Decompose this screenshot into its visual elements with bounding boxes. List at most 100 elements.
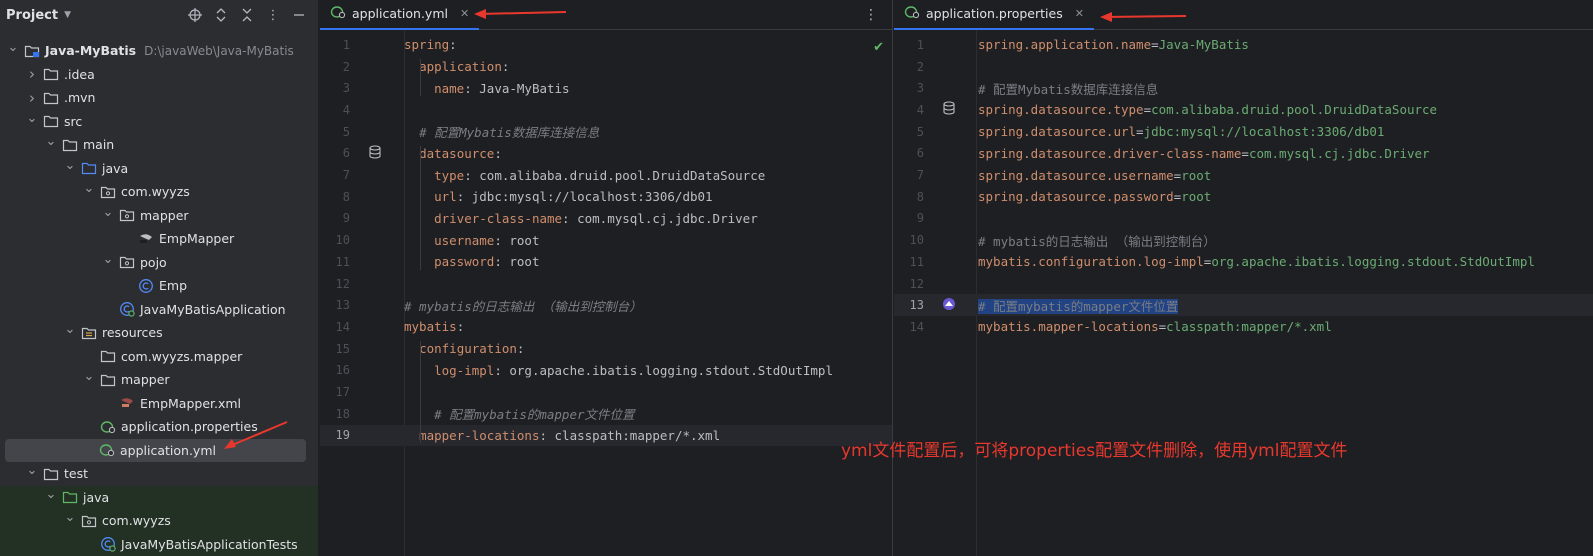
tab-application-yml[interactable]: application.yml ✕ <box>320 0 480 30</box>
tree-item[interactable]: ⌄ mapper <box>0 368 318 392</box>
code-line[interactable]: 13 # 配置mybatis的mapper文件位置 <box>894 294 1593 317</box>
code-line[interactable]: 2 <box>894 56 1593 78</box>
chevron-down-icon[interactable]: ⌄ <box>6 40 20 55</box>
close-icon[interactable]: ✕ <box>1075 7 1084 20</box>
database-icon[interactable] <box>369 145 381 162</box>
collapse-all-icon[interactable] <box>236 5 258 25</box>
code-line[interactable]: 4 <box>320 99 892 121</box>
code-line[interactable]: 3 name: Java-MyBatis <box>320 77 892 99</box>
code-line[interactable]: 1 spring: <box>320 34 892 56</box>
code-line[interactable]: 3 # 配置Mybatis数据库连接信息 <box>894 77 1593 99</box>
code-line[interactable]: 14 mybatis: <box>320 316 892 338</box>
code-token: spring.datasource.password <box>978 189 1174 205</box>
code-line[interactable]: 8 spring.datasource.password=root <box>894 186 1593 208</box>
code-token: root <box>1181 189 1212 205</box>
code-line[interactable]: 9 <box>894 208 1593 230</box>
code-line[interactable]: 7 spring.datasource.username=root <box>894 164 1593 186</box>
code-line[interactable]: 8 url: jdbc:mysql://localhost:3306/db01 <box>320 186 892 208</box>
database-icon[interactable] <box>943 101 955 118</box>
tree-item[interactable]: ⌄ com.wyyzs <box>0 509 318 533</box>
tree-item[interactable]: Emp <box>0 274 318 298</box>
code-line[interactable]: 6 datasource: <box>320 143 892 165</box>
code-line[interactable]: 18 # 配置mybatis的mapper文件位置 <box>320 403 892 425</box>
chevron-down-icon[interactable]: ⌄ <box>25 463 39 478</box>
tree-item[interactable]: EmpMapper.xml <box>0 392 318 416</box>
editor-application-properties[interactable]: application.properties ✕ 1 spring.applica… <box>894 0 1593 556</box>
tree-item[interactable]: ⌄ mapper <box>0 204 318 228</box>
code-line[interactable]: 11 mybatis.configuration.log-impl=org.apa… <box>894 251 1593 273</box>
tree-item[interactable]: ⌄ resources <box>0 321 318 345</box>
code-line[interactable]: 14 mybatis.mapper-locations=classpath:map… <box>894 316 1593 338</box>
tab-application-properties[interactable]: application.properties ✕ <box>894 0 1094 30</box>
code-text: datasource: <box>400 146 892 161</box>
code-line[interactable]: 16 log-impl: org.apache.ibatis.logging.s… <box>320 360 892 382</box>
chevron-down-icon[interactable]: ⌄ <box>25 111 39 126</box>
tree-item[interactable]: application.properties <box>0 415 318 439</box>
chevron-down-icon[interactable]: ⌄ <box>82 369 96 384</box>
tree-item[interactable]: EmpMapper <box>0 227 318 251</box>
package-icon <box>119 255 135 269</box>
chevron-right-icon[interactable]: › <box>25 89 39 107</box>
chevron-down-icon[interactable]: ⌄ <box>63 158 77 173</box>
tree-item-label: test <box>64 466 89 482</box>
options-menu-icon[interactable]: ⋮ <box>262 5 284 25</box>
tree-item[interactable]: ⌄ java <box>0 485 318 509</box>
chevron-down-icon[interactable]: ⌄ <box>101 252 115 267</box>
code-line[interactable]: 10 username: root <box>320 229 892 251</box>
code-token: : classpath:mapper/*.xml <box>539 427 721 443</box>
code-line[interactable]: 11 password: root <box>320 251 892 273</box>
close-icon[interactable]: ✕ <box>460 7 469 20</box>
code-line[interactable]: 4 spring.datasource.type=com.alibaba.drui… <box>894 99 1593 121</box>
code-line[interactable]: 13 # mybatis的日志输出 （输出到控制台） <box>320 294 892 316</box>
tree-item[interactable]: ⌄ Java-MyBatis D:\javaWeb\Java-MyBatis <box>0 39 318 63</box>
code-token: = <box>1241 145 1249 161</box>
chevron-down-icon[interactable]: ⌄ <box>101 205 115 220</box>
tree-item[interactable]: ⌄ src <box>0 110 318 134</box>
code-line[interactable]: 15 configuration: <box>320 338 892 360</box>
code-line[interactable]: 12 <box>894 273 1593 295</box>
code-line[interactable]: 12 <box>320 273 892 295</box>
chevron-down-icon[interactable]: ▼ <box>64 10 71 20</box>
tree-item[interactable]: JavaMyBatisApplicationTests <box>0 532 318 556</box>
code-line[interactable]: 1 spring.application.name=Java-MyBatis <box>894 34 1593 56</box>
code-line[interactable]: 6 spring.datasource.driver-class-name=com… <box>894 143 1593 165</box>
code-line[interactable]: 5 spring.datasource.url=jdbc:mysql://loca… <box>894 121 1593 143</box>
code-line[interactable]: 5 # 配置Mybatis数据库连接信息 <box>320 121 892 143</box>
mybatis-icon[interactable] <box>942 297 956 314</box>
code-line[interactable]: 9 driver-class-name: com.mysql.cj.jdbc.D… <box>320 208 892 230</box>
chevron-down-icon[interactable]: ⌄ <box>63 322 77 337</box>
tree-item[interactable]: application.yml <box>5 438 306 462</box>
chevron-right-icon[interactable]: › <box>25 65 39 83</box>
tree-item[interactable]: › .idea <box>0 63 318 87</box>
code-line[interactable]: 19 mapper-locations: classpath:mapper/*.… <box>320 424 892 447</box>
code-text: mybatis.mapper-locations=classpath:mappe… <box>974 319 1593 334</box>
tree-item[interactable]: com.wyyzs.mapper <box>0 345 318 369</box>
code-line[interactable]: 7 type: com.alibaba.druid.pool.DruidData… <box>320 164 892 186</box>
code-text: type: com.alibaba.druid.pool.DruidDataSo… <box>400 168 892 183</box>
code-token: Java-MyBatis <box>1158 37 1249 53</box>
tree-item[interactable]: ⌄ pojo <box>0 251 318 275</box>
minimize-icon[interactable] <box>288 5 310 25</box>
tree-item[interactable]: ⌄ test <box>0 462 318 486</box>
tree-item[interactable]: ⌄ main <box>0 133 318 157</box>
tree-item[interactable]: › .mvn <box>0 86 318 110</box>
project-panel-title[interactable]: Project <box>6 8 58 23</box>
chevron-down-icon[interactable]: ⌄ <box>63 510 77 525</box>
code-token: : <box>449 37 457 53</box>
tree-item[interactable]: ⌄ com.wyyzs <box>0 180 318 204</box>
chevron-down-icon[interactable]: ⌄ <box>82 181 96 196</box>
line-number: 8 <box>916 189 924 204</box>
locate-icon[interactable] <box>184 5 206 25</box>
expand-all-icon[interactable] <box>210 5 232 25</box>
more-options-icon[interactable]: ⋮ <box>864 7 878 23</box>
code-text: # mybatis的日志输出 （输出到控制台） <box>974 231 1593 250</box>
tree-item[interactable]: JavaMyBatisApplication <box>0 298 318 322</box>
editor-application-yml[interactable]: application.yml ✕ ⋮ ✔ 1 spring: 2 applicat… <box>320 0 893 556</box>
code-line[interactable]: 17 <box>320 381 892 403</box>
tree-item[interactable]: ⌄ java <box>0 157 318 181</box>
code-line[interactable]: 10 # mybatis的日志输出 （输出到控制台） <box>894 229 1593 251</box>
chevron-down-icon[interactable]: ⌄ <box>44 134 58 149</box>
chevron-down-icon[interactable]: ⌄ <box>44 487 58 502</box>
code-line[interactable]: 2 application: <box>320 56 892 78</box>
